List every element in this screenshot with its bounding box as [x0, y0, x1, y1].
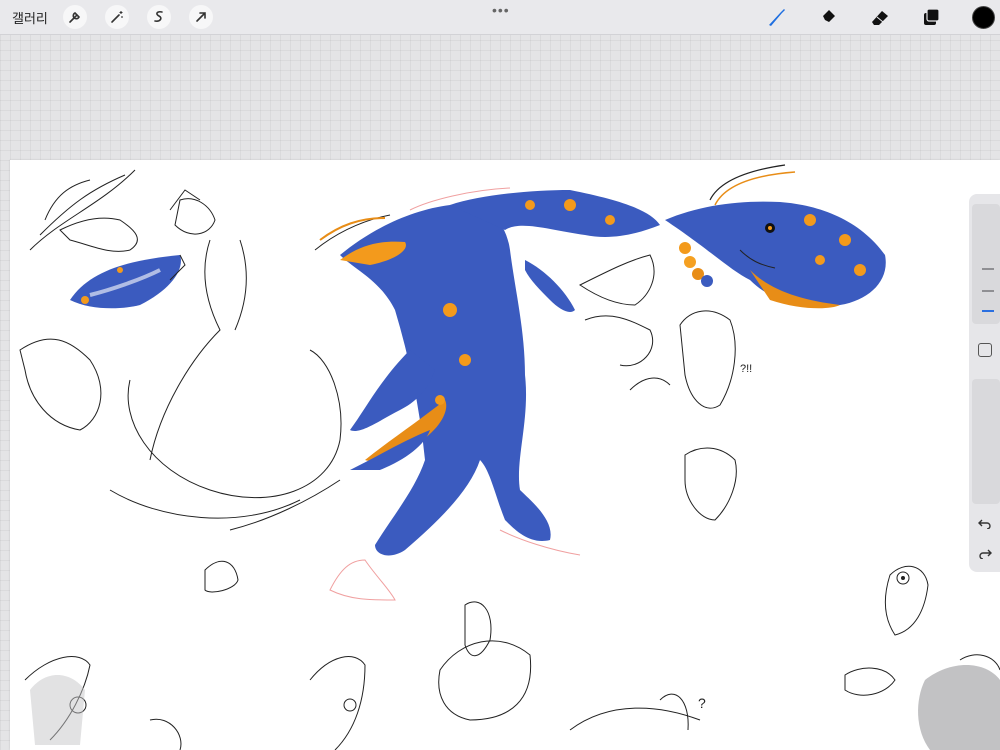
transform-arrow-icon[interactable] — [189, 5, 213, 29]
annotation-question: ? — [698, 695, 706, 711]
right-colored-head — [665, 164, 886, 309]
opacity-slider[interactable] — [972, 379, 1000, 504]
redo-icon[interactable] — [977, 546, 993, 560]
wrench-icon[interactable] — [63, 5, 87, 29]
eraser-icon[interactable] — [868, 6, 892, 28]
layers-icon[interactable] — [919, 6, 943, 28]
magic-wand-icon[interactable] — [105, 5, 129, 29]
shaded-figure-bottom-right — [918, 665, 1000, 750]
undo-icon[interactable] — [977, 516, 993, 530]
sketch-colored-study — [70, 254, 186, 309]
top-toolbar: 갤러리 ••• — [0, 0, 1000, 35]
sketch-shrimp-heads-top-left — [29, 169, 216, 252]
more-options-handle[interactable]: ••• — [492, 2, 510, 18]
drawing-canvas[interactable]: ?!! ? — [10, 160, 1000, 750]
brush-icon[interactable] — [765, 6, 789, 28]
sketch-bottom-row — [24, 565, 1000, 750]
brush-sidebar — [969, 194, 1000, 572]
modify-button[interactable] — [978, 343, 992, 357]
brush-size-thumb[interactable] — [982, 310, 994, 312]
artwork: ?!! ? — [19, 164, 1000, 750]
sketch-crab-body — [19, 239, 342, 593]
brush-size-tick — [982, 268, 994, 270]
annotation-question-exclaim: ?!! — [740, 363, 752, 375]
gallery-button[interactable]: 갤러리 — [12, 8, 48, 27]
shaded-figure-bottom-left — [30, 675, 85, 745]
selection-icon[interactable] — [147, 5, 171, 29]
central-creature — [314, 187, 660, 601]
brush-size-slider[interactable] — [972, 204, 1000, 324]
color-picker-button[interactable] — [972, 6, 995, 29]
sketch-right-heads — [579, 254, 737, 521]
smudge-icon[interactable] — [816, 6, 840, 28]
brush-size-tick — [982, 290, 994, 292]
